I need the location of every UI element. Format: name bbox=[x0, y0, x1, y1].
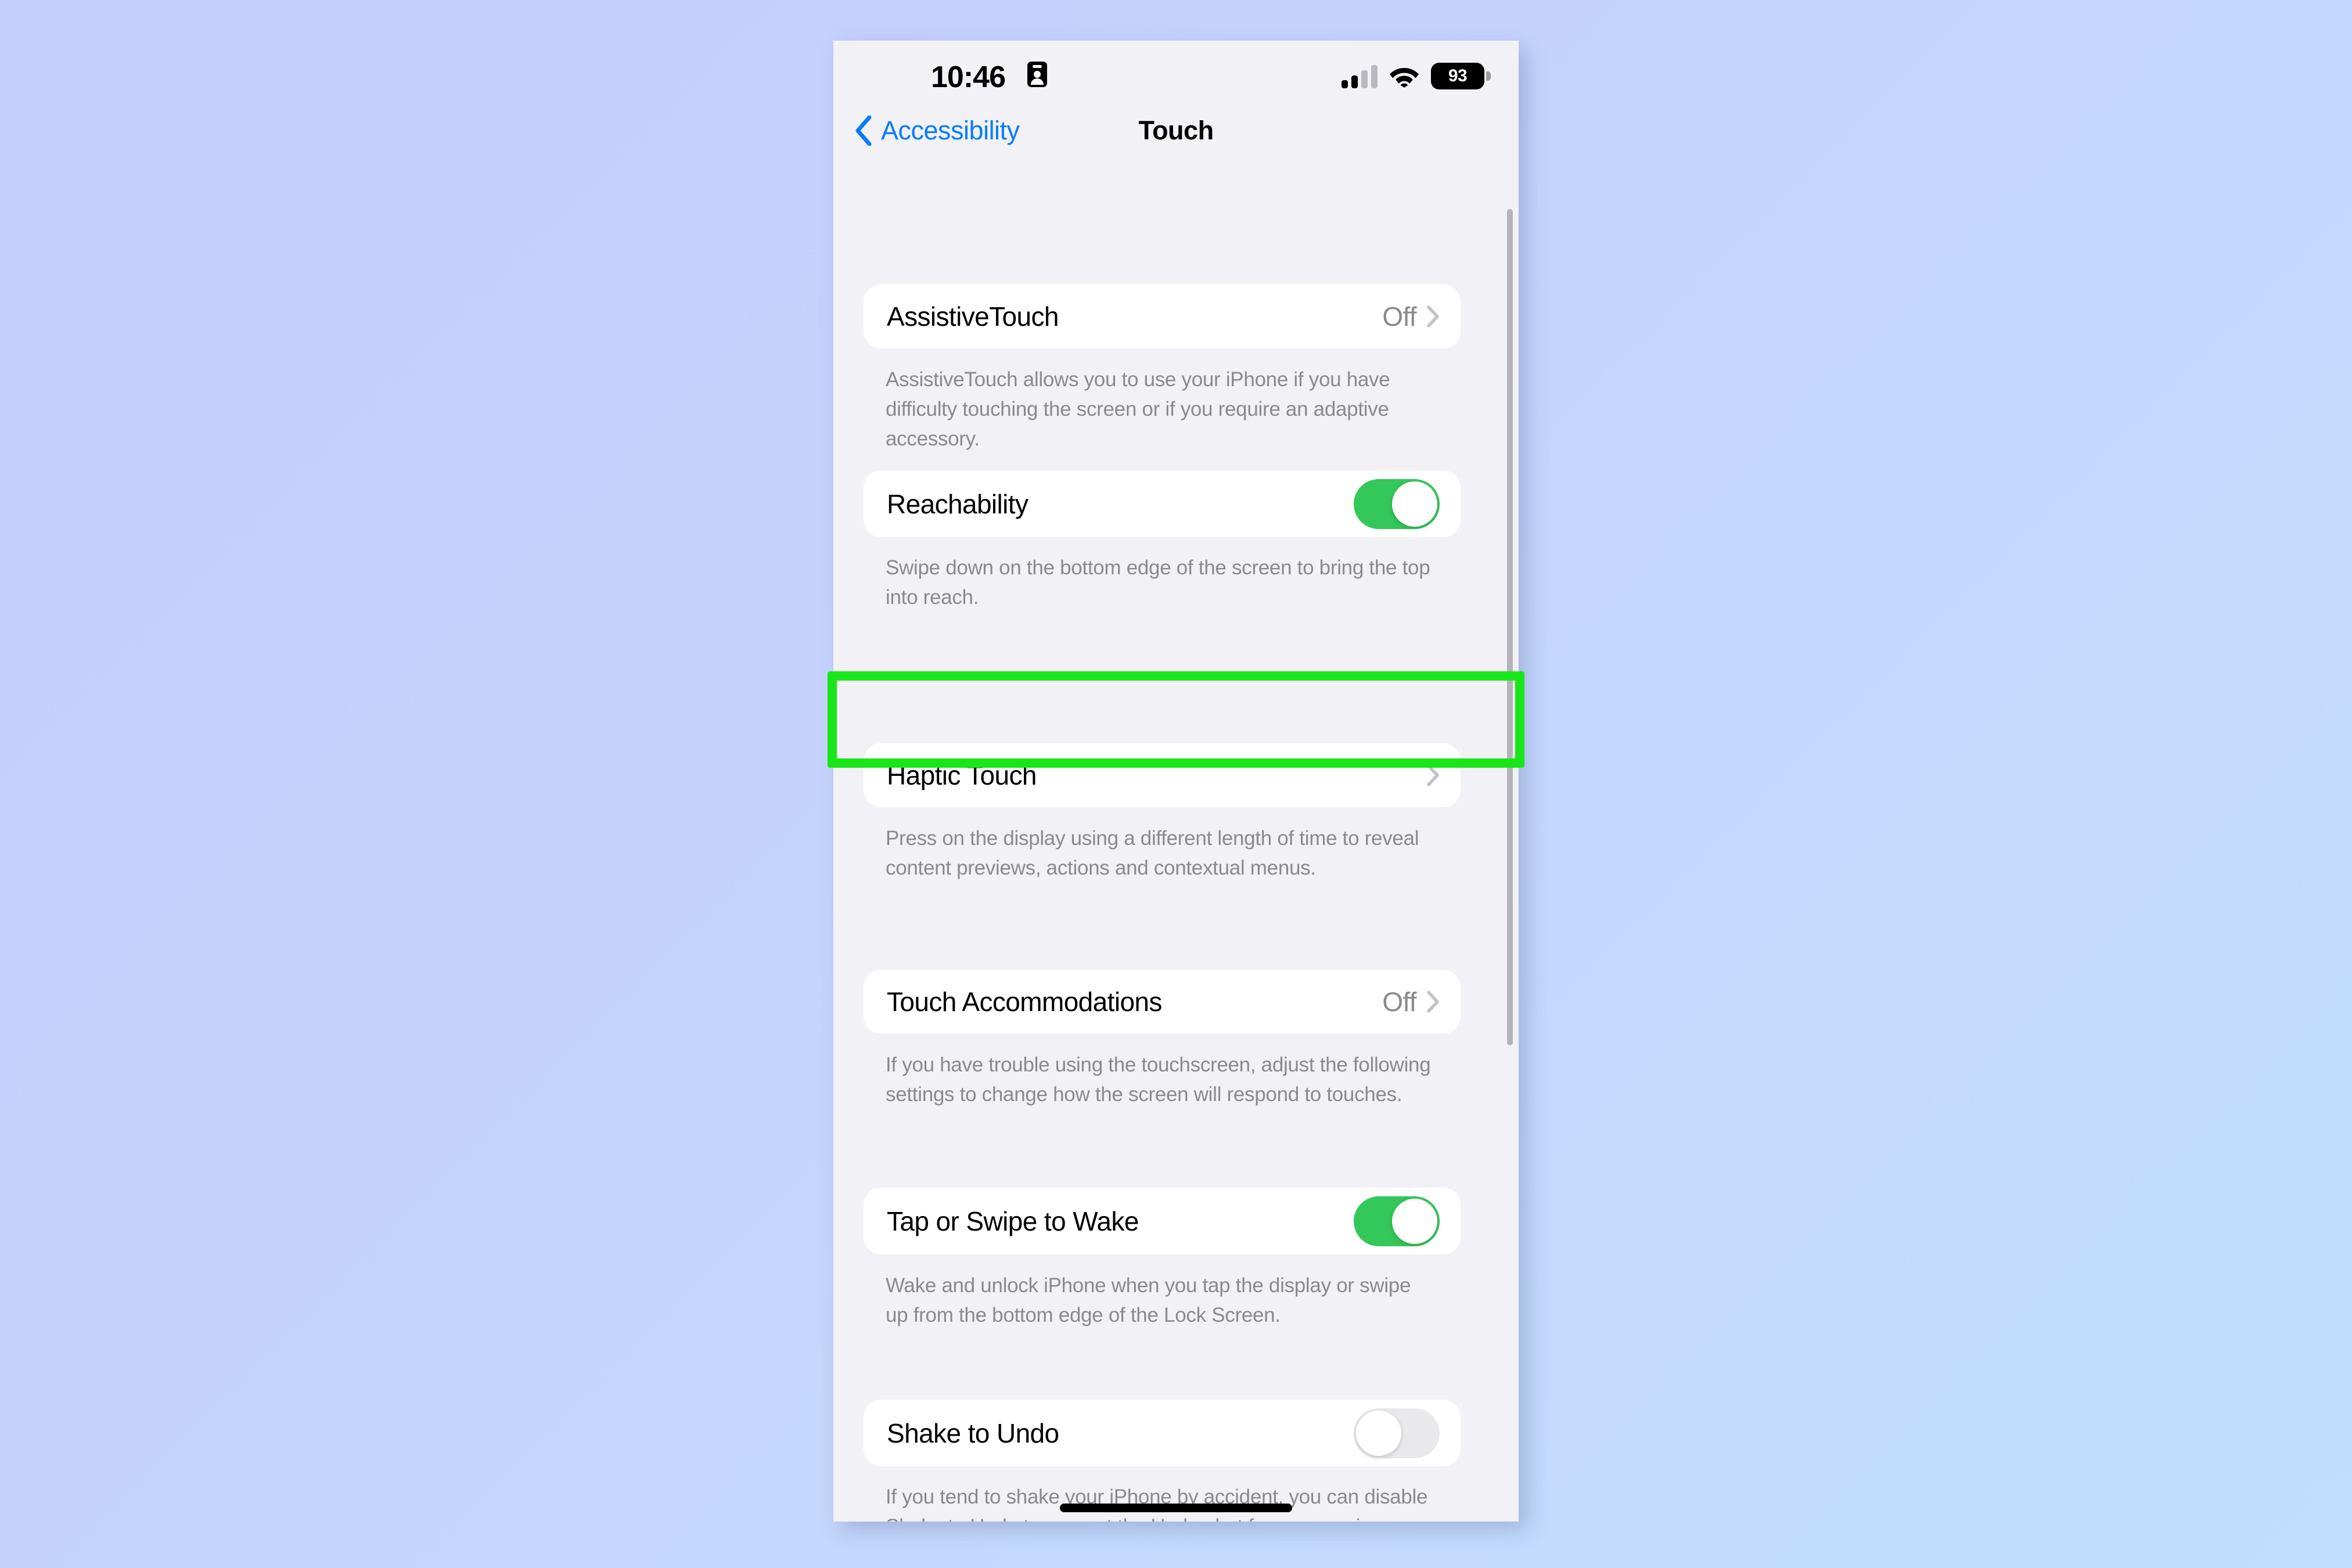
setting-label: Tap or Swipe to Wake bbox=[887, 1206, 1139, 1236]
battery-percent-label: 93 bbox=[1448, 66, 1468, 85]
setting-label: Touch Accommodations bbox=[887, 987, 1162, 1017]
setting-label: Haptic Touch bbox=[887, 760, 1037, 790]
setting-label: AssistiveTouch bbox=[887, 301, 1059, 332]
navigation-bar: Accessibility Touch bbox=[833, 107, 1519, 163]
chevron-right-icon bbox=[1427, 764, 1439, 786]
vertical-scrollbar[interactable] bbox=[1507, 209, 1513, 1045]
toggle-reachability[interactable] bbox=[1354, 479, 1440, 529]
contact-card-icon bbox=[1027, 62, 1047, 90]
settings-list: AssistiveTouch Off AssistiveTouch allows… bbox=[833, 163, 1519, 1522]
iphone-screen: 10:46 93 Accessibility Touch AssistiveTo… bbox=[833, 41, 1519, 1522]
setting-row-assistivetouch[interactable]: AssistiveTouch Off bbox=[864, 285, 1461, 348]
chevron-right-icon bbox=[1427, 991, 1439, 1013]
wifi-icon bbox=[1390, 68, 1419, 88]
setting-footnote: If you tend to shake your iPhone by acci… bbox=[886, 1486, 1428, 1522]
status-bar-indicators: 93 bbox=[1342, 63, 1491, 89]
cellular-signal-icon bbox=[1342, 64, 1378, 88]
setting-footnote: AssistiveTouch allows you to use your iP… bbox=[886, 368, 1390, 451]
status-bar: 10:46 93 bbox=[833, 41, 1519, 107]
setting-row-tap-or-swipe-to-wake[interactable]: Tap or Swipe to Wake bbox=[864, 1188, 1461, 1254]
chevron-right-icon bbox=[1427, 305, 1439, 328]
setting-footnote: If you have trouble using the touchscree… bbox=[886, 1053, 1431, 1106]
setting-label: Reachability bbox=[887, 488, 1028, 519]
setting-row-shake-to-undo[interactable]: Shake to Undo bbox=[864, 1400, 1461, 1466]
setting-value: Off bbox=[1382, 301, 1416, 332]
home-indicator[interactable] bbox=[1060, 1504, 1292, 1512]
status-bar-clock: 10:46 bbox=[931, 60, 1006, 94]
setting-footnote: Press on the display using a different l… bbox=[886, 827, 1419, 880]
setting-label: Shake to Undo bbox=[887, 1418, 1059, 1448]
setting-footnote: Swipe down on the bottom edge of the scr… bbox=[886, 556, 1430, 609]
page-title: Touch bbox=[1138, 116, 1214, 145]
toggle-tap-or-swipe-to-wake[interactable] bbox=[1354, 1196, 1440, 1246]
setting-value: Off bbox=[1382, 987, 1416, 1017]
setting-footnote: Wake and unlock iPhone when you tap the … bbox=[886, 1274, 1411, 1327]
setting-row-haptic-touch[interactable]: Haptic Touch bbox=[864, 743, 1461, 807]
setting-row-reachability[interactable]: Reachability bbox=[864, 470, 1461, 537]
battery-icon: 93 bbox=[1431, 63, 1491, 89]
setting-row-touch-accommodations[interactable]: Touch Accommodations Off bbox=[864, 970, 1461, 1034]
toggle-shake-to-undo[interactable] bbox=[1354, 1408, 1440, 1458]
